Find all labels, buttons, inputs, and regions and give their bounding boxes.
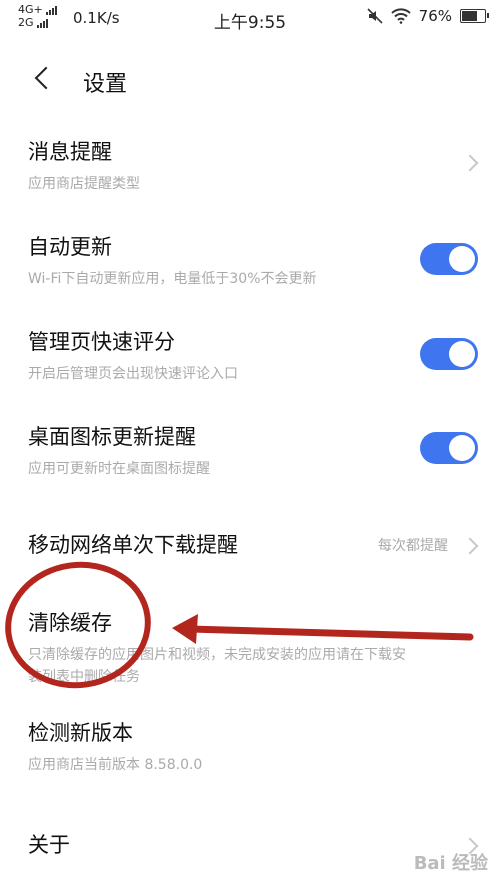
setting-mobile-download-reminder[interactable]: 移动网络单次下载提醒 每次都提醒: [0, 525, 500, 565]
auto-update-toggle[interactable]: [420, 243, 478, 275]
setting-title: 消息提醒: [28, 140, 112, 164]
setting-subtitle-line2: 装列表中删除任务: [28, 669, 140, 685]
setting-title: 检测新版本: [28, 721, 133, 745]
status-icons: 76%: [367, 7, 489, 25]
setting-subtitle: 应用可更新时在桌面图标提醒: [28, 461, 210, 477]
mute-icon: [367, 8, 383, 24]
setting-title: 关于: [28, 833, 70, 857]
status-bar: 4G+ 2G 0.1K/s 上午9:55 76%: [0, 0, 500, 36]
setting-check-version[interactable]: 检测新版本 应用商店当前版本 8.58.0.0: [0, 715, 500, 785]
header: 设置: [0, 52, 500, 108]
setting-title: 移动网络单次下载提醒: [28, 533, 238, 557]
setting-clear-cache[interactable]: 清除缓存 只清除缓存的应用图片和视频，未完成安装的应用请在下载安 装列表中删除任…: [0, 603, 500, 688]
back-arrow-icon: [34, 66, 58, 90]
back-button[interactable]: [28, 64, 58, 94]
desktop-icon-toggle[interactable]: [420, 432, 478, 464]
setting-value: 每次都提醒: [378, 538, 448, 554]
setting-subtitle: Wi-Fi下自动更新应用，电量低于30%不会更新: [28, 271, 317, 287]
battery-percent: 76%: [418, 7, 452, 25]
setting-subtitle: 开启后管理页会出现快速评论入口: [28, 366, 238, 382]
setting-message-reminder[interactable]: 消息提醒 应用商店提醒类型: [0, 130, 500, 200]
battery-icon: [460, 9, 489, 23]
toggle-knob: [449, 435, 475, 461]
page-title: 设置: [83, 72, 128, 97]
setting-subtitle: 应用商店提醒类型: [28, 176, 140, 192]
setting-title: 管理页快速评分: [28, 330, 175, 354]
chevron-right-icon: [461, 154, 479, 172]
toggle-knob: [449, 341, 475, 367]
watermark-logo: Bai 经验: [414, 849, 488, 875]
setting-desktop-icon-reminder: 桌面图标更新提醒 应用可更新时在桌面图标提醒: [0, 415, 500, 485]
battery-fill: [462, 11, 477, 21]
wifi-icon: [390, 8, 411, 24]
setting-subtitle: 应用商店当前版本 8.58.0.0: [28, 757, 203, 773]
setting-title: 自动更新: [28, 235, 112, 259]
setting-title: 清除缓存: [28, 611, 112, 635]
watermark-text: Bai 经验: [413, 853, 488, 874]
quick-rating-toggle[interactable]: [420, 338, 478, 370]
chevron-right-icon: [461, 537, 479, 555]
setting-subtitle-line1: 只清除缓存的应用图片和视频，未完成安装的应用请在下载安: [28, 647, 406, 663]
setting-title: 桌面图标更新提醒: [28, 425, 196, 449]
toggle-knob: [449, 246, 475, 272]
setting-auto-update: 自动更新 Wi-Fi下自动更新应用，电量低于30%不会更新: [0, 225, 500, 295]
setting-quick-rating: 管理页快速评分 开启后管理页会出现快速评论入口: [0, 320, 500, 390]
